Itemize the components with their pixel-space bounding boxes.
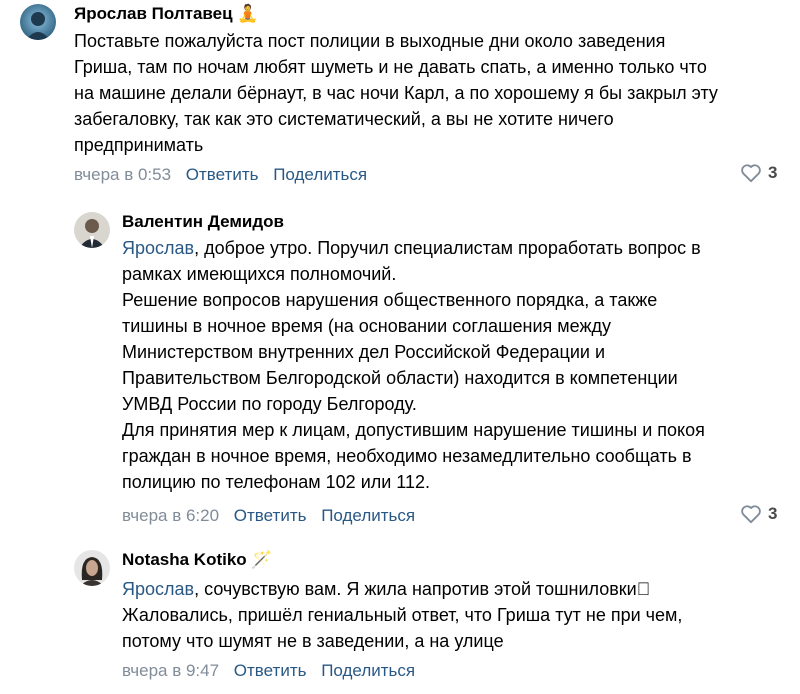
text-line-rest: , доброе утро. Поручил специалистам прор… [194, 238, 701, 258]
text-line: рамках имеющихся полномочий. [122, 264, 397, 284]
text-line: Ярослав, доброе утро. Поручил специалист… [122, 235, 705, 261]
like-button[interactable]: 3 [740, 504, 777, 524]
text-line: предпринимать [74, 135, 204, 155]
text-line: Поставьте пожалуйста пост полиции в выхо… [74, 31, 666, 51]
reply-button[interactable]: Ответить [186, 165, 259, 184]
text-line: на машине делали бёрнаут, в час ночи Кар… [74, 83, 718, 103]
comment-meta: вчера в 9:47 Ответить Поделиться [122, 661, 415, 681]
text-line: Для принятия мер к лицам, допустившим на… [122, 420, 705, 440]
text-line: Министерством внутренних дел Российской … [122, 342, 606, 362]
comment-meta: вчера в 0:53 Ответить Поделиться [74, 165, 367, 185]
text-line: Правительством Белгородской области) нах… [122, 368, 678, 388]
comment-text: Ярослав, доброе утро. Поручил специалист… [122, 235, 705, 495]
text-line: полицию по телефонам 102 или 112. [122, 472, 431, 492]
heart-icon [741, 164, 761, 183]
comment-author[interactable]: Валентин Демидов [122, 212, 284, 232]
text-line: Решение вопросов нарушения общественного… [122, 290, 658, 310]
comment-time[interactable]: вчера в 0:53 [74, 165, 171, 184]
mention-link[interactable]: Ярослав [122, 579, 194, 599]
share-button[interactable]: Поделиться [321, 661, 415, 680]
like-count: 3 [768, 504, 778, 523]
text-line: забегаловку, так как это систематический… [74, 109, 614, 129]
text-line: тишины в ночное время (на основании согл… [122, 316, 611, 336]
mention-link[interactable]: Ярослав [122, 238, 194, 258]
text-line-rest: , сочувствую вам. Я жила напротив этой т… [194, 579, 651, 599]
share-button[interactable]: Поделиться [321, 506, 415, 525]
comment-meta: вчера в 6:20 Ответить Поделиться [122, 506, 415, 526]
text-line: Гриша, там по ночам любят шуметь и не да… [74, 57, 707, 77]
text-line: потому что шумят не в заведении, а на ул… [122, 631, 504, 651]
text-line: Ярослав, сочувствую вам. Я жила напротив… [122, 576, 682, 602]
text-line: граждан в ночное время, необходимо незам… [122, 446, 692, 466]
comment-author[interactable]: Ярослав Полтавец 🧘 [74, 4, 258, 24]
author-emoji-icon: 🪄 [251, 550, 273, 569]
author-name[interactable]: Notasha Kotiko [122, 550, 247, 569]
comment-time[interactable]: вчера в 9:47 [122, 661, 219, 680]
author-name[interactable]: Ярослав Полтавец [74, 4, 233, 23]
like-count: 3 [768, 163, 778, 182]
reply-button[interactable]: Ответить [234, 506, 307, 525]
avatar-image-icon [20, 4, 56, 40]
comment-time[interactable]: вчера в 6:20 [122, 506, 219, 525]
text-line: Жаловались, пришёл гениальный ответ, что… [122, 605, 683, 625]
author-emoji-icon: 🧘 [237, 4, 259, 23]
avatar[interactable] [74, 550, 110, 586]
like-button[interactable]: 3 [740, 163, 777, 183]
reply-button[interactable]: Ответить [234, 661, 307, 680]
avatar[interactable] [20, 4, 56, 40]
heart-icon [741, 505, 761, 524]
avatar[interactable] [74, 212, 110, 248]
comment-author[interactable]: Notasha Kotiko 🪄 [122, 550, 273, 570]
avatar-image-icon [74, 550, 110, 586]
text-line: УМВД России по городу Белгороду. [122, 394, 417, 414]
comment-text: Ярослав, сочувствую вам. Я жила напротив… [122, 576, 682, 654]
share-button[interactable]: Поделиться [273, 165, 367, 184]
avatar-image-icon [74, 212, 110, 248]
comment-text: Поставьте пожалуйста пост полиции в выхо… [74, 28, 718, 158]
